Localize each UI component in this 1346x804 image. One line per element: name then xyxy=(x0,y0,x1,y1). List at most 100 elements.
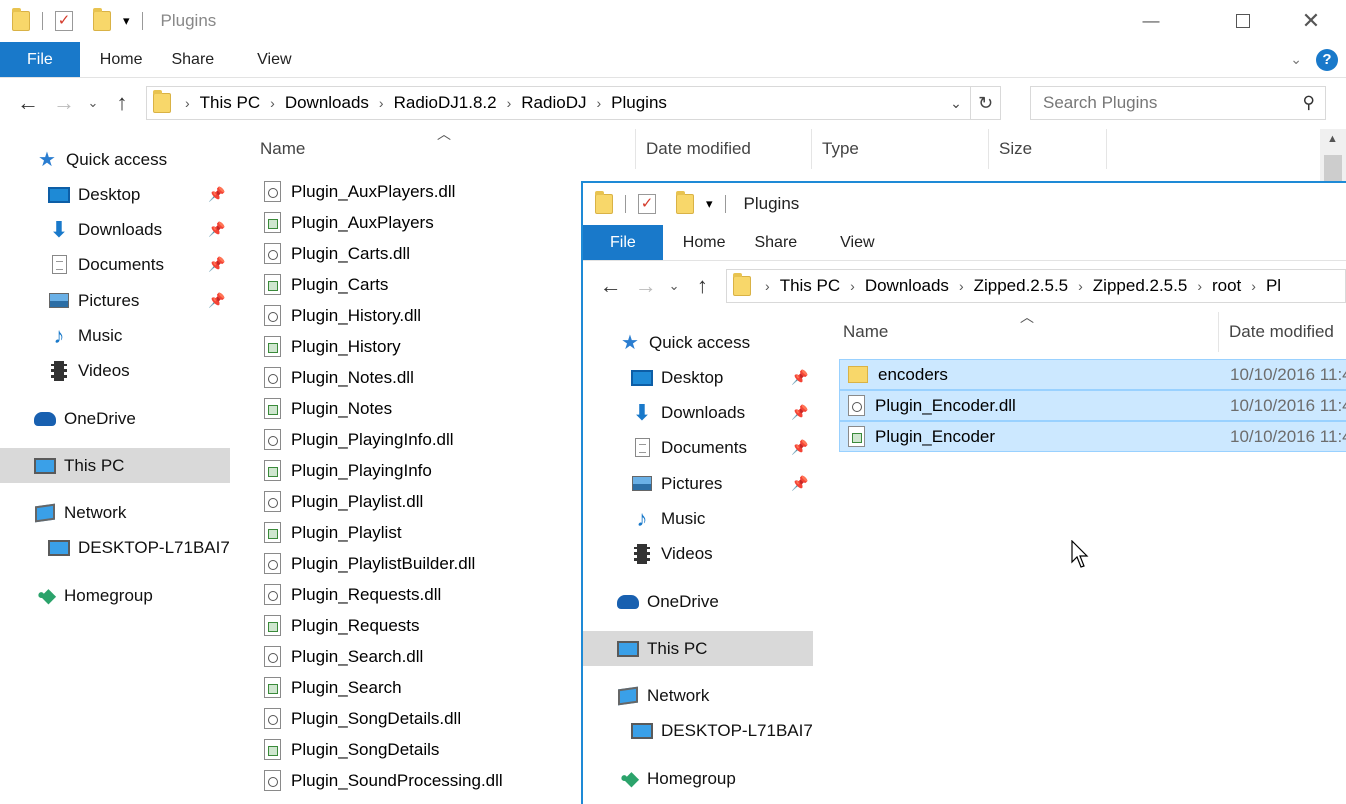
breadcrumb-plugins-truncated[interactable]: Pl xyxy=(1266,276,1281,296)
chevron-right-icon[interactable]: › xyxy=(1251,278,1256,294)
nav-network-computer[interactable]: DESKTOP-L71BAI7 xyxy=(48,530,230,565)
search-icon[interactable]: ⚲ xyxy=(1303,93,1315,113)
column-date-modified[interactable]: Date modified xyxy=(636,129,812,169)
pin-icon[interactable]: 📌 xyxy=(791,439,808,456)
file-row[interactable]: Plugin_History xyxy=(264,331,401,362)
nav-onedrive[interactable]: OneDrive xyxy=(617,584,719,619)
nav-documents[interactable]: Documents xyxy=(48,247,164,282)
properties-icon[interactable]: ✓ xyxy=(55,11,73,31)
file-row[interactable]: Plugin_PlaylistBuilder.dll xyxy=(264,548,475,579)
maximize-button[interactable] xyxy=(1220,0,1266,42)
breadcrumb-zipped[interactable]: Zipped.2.5.5 xyxy=(974,276,1069,296)
file-row[interactable]: Plugin_Search xyxy=(264,672,402,703)
expand-ribbon-icon[interactable]: ⌄ xyxy=(1290,51,1302,68)
nav-documents[interactable]: Documents xyxy=(631,430,747,465)
back-arrow-icon[interactable]: ← xyxy=(10,90,46,116)
file-row[interactable]: Plugin_Carts xyxy=(264,269,388,300)
breadcrumb-plugins[interactable]: Plugins xyxy=(611,93,667,113)
pin-icon[interactable]: 📌 xyxy=(791,369,808,386)
file-row[interactable]: Plugin_Carts.dll xyxy=(264,238,410,269)
folder-icon[interactable] xyxy=(12,8,30,31)
chevron-right-icon[interactable]: › xyxy=(379,95,384,111)
refresh-icon[interactable]: ↻ xyxy=(970,86,1000,120)
up-arrow-icon[interactable]: ↑ xyxy=(104,90,140,116)
breadcrumb-this-pc[interactable]: This PC xyxy=(780,276,840,296)
forward-arrow-icon[interactable]: → xyxy=(46,90,82,116)
recent-locations-icon[interactable]: ⌄ xyxy=(82,95,104,111)
nav-this-pc[interactable]: This PC xyxy=(0,448,230,483)
address-bar[interactable]: › This PC › Downloads › Zipped.2.5.5 › Z… xyxy=(726,269,1346,303)
scroll-up-icon[interactable]: ▲ xyxy=(1327,133,1338,145)
back-arrow-icon[interactable]: ← xyxy=(593,273,628,299)
file-row[interactable]: Plugin_Encoder 10/10/2016 11:4 xyxy=(839,421,1346,452)
tab-file[interactable]: File xyxy=(583,225,663,260)
file-row[interactable]: Plugin_Playlist xyxy=(264,517,402,548)
chevron-right-icon[interactable]: › xyxy=(1078,278,1083,294)
breadcrumb-zipped-inner[interactable]: Zipped.2.5.5 xyxy=(1093,276,1188,296)
file-row[interactable]: Plugin_History.dll xyxy=(264,300,421,331)
forward-arrow-icon[interactable]: → xyxy=(628,273,663,299)
search-input[interactable]: Search Plugins ⚲ xyxy=(1030,86,1326,120)
close-button[interactable]: ✕ xyxy=(1288,0,1334,42)
breadcrumb-downloads[interactable]: Downloads xyxy=(865,276,949,296)
column-date-modified[interactable]: Date modified xyxy=(1219,312,1346,352)
breadcrumb-downloads[interactable]: Downloads xyxy=(285,93,369,113)
nav-videos[interactable]: Videos xyxy=(631,536,713,571)
customize-quick-access-icon[interactable]: ▾ xyxy=(123,13,130,29)
folder-icon[interactable] xyxy=(595,191,613,214)
nav-homegroup[interactable]: •◆ Homegroup xyxy=(617,761,736,796)
customize-quick-access-icon[interactable]: ▾ xyxy=(706,196,713,212)
nav-network[interactable]: Network xyxy=(34,495,126,530)
help-icon[interactable]: ? xyxy=(1316,48,1338,71)
chevron-right-icon[interactable]: › xyxy=(596,95,601,111)
file-row[interactable]: Plugin_PlayingInfo xyxy=(264,455,432,486)
new-folder-icon[interactable] xyxy=(93,8,111,31)
nav-pictures[interactable]: Pictures xyxy=(48,283,139,318)
nav-quick-access[interactable]: ★ Quick access xyxy=(619,325,750,360)
file-row[interactable]: Plugin_SongDetails xyxy=(264,734,439,765)
file-row[interactable]: Plugin_Search.dll xyxy=(264,641,423,672)
new-folder-icon[interactable] xyxy=(676,191,694,214)
tab-view[interactable]: View xyxy=(822,225,899,260)
pin-icon[interactable]: 📌 xyxy=(791,475,808,492)
pin-icon[interactable]: 📌 xyxy=(208,292,225,309)
nav-music[interactable]: ♪ Music xyxy=(48,318,123,353)
nav-downloads[interactable]: ⬇ Downloads xyxy=(631,395,745,430)
file-row[interactable]: encoders 10/10/2016 11:4 xyxy=(839,359,1346,390)
column-name[interactable]: Name xyxy=(250,129,636,169)
column-type[interactable]: Type xyxy=(812,129,989,169)
column-size[interactable]: Size xyxy=(989,129,1107,169)
file-row[interactable]: Plugin_Requests xyxy=(264,610,420,641)
chevron-right-icon[interactable]: › xyxy=(270,95,275,111)
column-name[interactable]: Name xyxy=(833,312,1219,352)
chevron-right-icon[interactable]: › xyxy=(507,95,512,111)
nav-onedrive[interactable]: OneDrive xyxy=(34,401,136,436)
breadcrumb-radiodj-version[interactable]: RadioDJ1.8.2 xyxy=(394,93,497,113)
file-row[interactable]: Plugin_AuxPlayers xyxy=(264,207,434,238)
file-row[interactable]: Plugin_AuxPlayers.dll xyxy=(264,176,455,207)
address-bar[interactable]: › This PC › Downloads › RadioDJ1.8.2 › R… xyxy=(146,86,1001,120)
nav-pictures[interactable]: Pictures xyxy=(631,466,722,501)
tab-view[interactable]: View xyxy=(239,42,316,77)
properties-icon[interactable]: ✓ xyxy=(638,194,656,214)
tab-home[interactable]: Home xyxy=(663,225,751,260)
nav-this-pc[interactable]: This PC xyxy=(583,631,813,666)
file-row[interactable]: Plugin_SongDetails.dll xyxy=(264,703,461,734)
chevron-right-icon[interactable]: › xyxy=(959,278,964,294)
pin-icon[interactable]: 📌 xyxy=(208,221,225,238)
nav-music[interactable]: ♪ Music xyxy=(631,501,706,536)
nav-network[interactable]: Network xyxy=(617,678,709,713)
vertical-scrollbar[interactable]: ▲ xyxy=(1320,129,1346,189)
nav-quick-access[interactable]: ★ Quick access xyxy=(36,142,167,177)
breadcrumb-this-pc[interactable]: This PC xyxy=(200,93,260,113)
pin-icon[interactable]: 📌 xyxy=(791,404,808,421)
nav-homegroup[interactable]: •◆ Homegroup xyxy=(34,578,153,613)
nav-videos[interactable]: Videos xyxy=(48,353,130,388)
file-row[interactable]: Plugin_Playlist.dll xyxy=(264,486,423,517)
tab-share[interactable]: Share xyxy=(167,42,239,77)
up-arrow-icon[interactable]: ↑ xyxy=(685,273,720,299)
file-row[interactable]: Plugin_Notes xyxy=(264,393,392,424)
breadcrumb-radiodj[interactable]: RadioDJ xyxy=(521,93,586,113)
breadcrumb-root[interactable]: root xyxy=(1212,276,1241,296)
tab-file[interactable]: File xyxy=(0,42,80,77)
